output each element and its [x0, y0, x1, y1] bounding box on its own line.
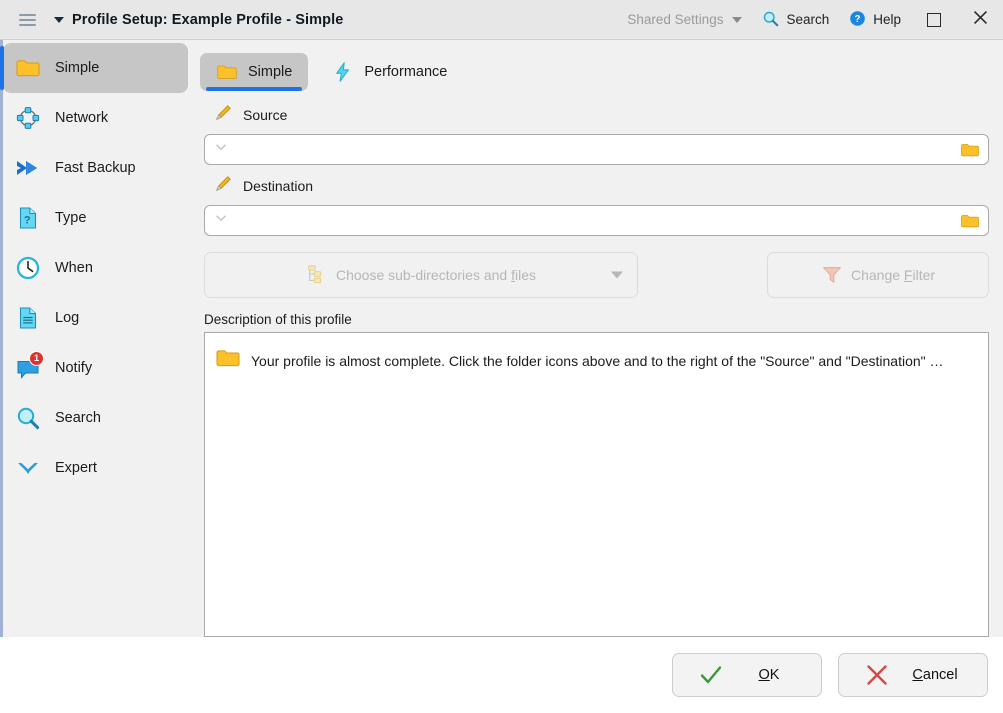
destination-input-row[interactable]: [204, 205, 989, 236]
source-input-row[interactable]: [204, 134, 989, 165]
change-filter-label: Change Filter: [850, 267, 936, 283]
actions-spacer: [638, 252, 767, 298]
clock-icon: [15, 255, 41, 281]
folder-icon: [216, 61, 238, 83]
maximize-icon: [927, 12, 941, 27]
funnel-icon: [821, 263, 843, 288]
sidebar-item-label: Fast Backup: [55, 160, 136, 176]
page-title: Profile Setup: Example Profile - Simple: [72, 11, 344, 28]
pencil-icon: [214, 103, 233, 127]
accel-char: F: [903, 267, 913, 283]
chevron-down-icon: [732, 16, 743, 23]
sidebar-item-type[interactable]: ? Type: [3, 193, 188, 243]
sidebar-item-label: Notify: [55, 360, 93, 376]
accel-char: f: [511, 267, 515, 283]
source-browse-folder-icon[interactable]: [958, 138, 982, 162]
chevron-down-icon[interactable]: [213, 139, 229, 160]
sidebar-item-simple[interactable]: Simple: [0, 43, 188, 93]
choose-subdirectories-label: Choose sub-directories and files: [335, 267, 536, 283]
help-label: Help: [873, 12, 901, 27]
caret-down-icon[interactable]: [611, 271, 623, 279]
sidebar-item-label: When: [55, 260, 93, 276]
accel-char: C: [912, 667, 923, 683]
sidebar-item-expert[interactable]: Expert: [3, 443, 188, 493]
sidebar-item-search[interactable]: Search: [3, 393, 188, 443]
magnifier-icon: [15, 405, 41, 431]
description-box[interactable]: Your profile is almost complete. Click t…: [204, 332, 989, 637]
titlebar: Profile Setup: Example Profile - Simple …: [0, 0, 1003, 40]
chevron-down-icon[interactable]: [54, 16, 64, 23]
chevron-down-icon[interactable]: [213, 210, 229, 231]
speech-bubble-icon: 1: [15, 351, 44, 381]
lightning-icon: [332, 61, 354, 83]
file-question-icon: ?: [15, 205, 41, 231]
description-line: Your profile is almost complete. Click t…: [215, 345, 978, 376]
search-label: Search: [786, 12, 830, 27]
source-input[interactable]: [229, 141, 958, 158]
sidebar-item-label: Simple: [55, 60, 100, 76]
maximize-button[interactable]: [911, 0, 957, 40]
pencil-icon: [214, 174, 233, 198]
folder-icon: [215, 345, 241, 376]
sidebar-item-label: Network: [55, 110, 109, 126]
close-button[interactable]: [957, 0, 1003, 40]
choose-subdirectories-button[interactable]: Choose sub-directories and files: [204, 252, 638, 298]
network-nodes-icon: [15, 105, 41, 131]
sidebar-item-fast-backup[interactable]: Fast Backup: [3, 143, 188, 193]
fast-forward-icon: [15, 155, 41, 181]
tab-bar: Simple Performance: [200, 50, 989, 94]
change-filter-button[interactable]: Change Filter: [767, 252, 989, 298]
svg-text:?: ?: [24, 215, 31, 227]
destination-label: Destination: [243, 178, 314, 194]
search-button[interactable]: Search: [752, 0, 839, 40]
shared-settings-menu[interactable]: Shared Settings: [617, 0, 752, 40]
cancel-button[interactable]: Cancel: [838, 653, 988, 697]
sidebar-item-when[interactable]: When: [3, 243, 188, 293]
destination-browse-folder-icon[interactable]: [958, 209, 982, 233]
destination-input[interactable]: [229, 212, 958, 229]
source-label-row: Source: [200, 98, 989, 132]
accel-char: O: [758, 667, 770, 683]
sidebar-item-label: Search: [55, 410, 101, 426]
search-icon: [762, 10, 779, 30]
sidebar-item-log[interactable]: Log: [3, 293, 188, 343]
tab-performance[interactable]: Performance: [316, 53, 463, 91]
cancel-label: Cancel: [912, 667, 958, 683]
help-icon: ?: [849, 10, 866, 30]
tab-label: Simple: [248, 64, 293, 80]
sidebar: Simple Network Fast Backup ? Type When L…: [0, 40, 196, 637]
notify-badge: 1: [29, 351, 44, 366]
chevron-double-down-icon: [15, 455, 41, 481]
ok-button[interactable]: OK: [672, 653, 822, 697]
hamburger-icon[interactable]: [14, 7, 40, 33]
sidebar-item-label: Type: [55, 210, 87, 226]
sidebar-item-label: Log: [55, 310, 80, 326]
sidebar-item-network[interactable]: Network: [3, 93, 188, 143]
sidebar-item-notify[interactable]: 1 Notify: [3, 343, 188, 393]
content-pane: Simple Performance Source Destination Ch…: [196, 40, 1003, 637]
sidebar-item-label: Expert: [55, 460, 97, 476]
close-icon: [972, 9, 989, 31]
description-text: Your profile is almost complete. Click t…: [251, 352, 944, 369]
document-icon: [15, 305, 41, 331]
tab-simple[interactable]: Simple: [200, 53, 309, 91]
folder-tree-icon: [306, 263, 328, 288]
folder-icon: [15, 55, 41, 81]
ok-label: OK: [758, 667, 780, 683]
footer: OK Cancel: [0, 637, 1003, 713]
check-icon: [696, 660, 726, 690]
shared-settings-label: Shared Settings: [627, 12, 724, 27]
cross-icon: [862, 660, 892, 690]
description-label: Description of this profile: [204, 312, 352, 327]
source-label: Source: [243, 107, 288, 123]
body: Simple Network Fast Backup ? Type When L…: [0, 40, 1003, 637]
tab-label: Performance: [364, 64, 448, 80]
svg-text:?: ?: [855, 14, 861, 25]
help-button[interactable]: ? Help: [839, 0, 911, 40]
destination-label-row: Destination: [200, 169, 989, 203]
actions-row: Choose sub-directories and files Change …: [204, 252, 989, 298]
profile-setup-window: Profile Setup: Example Profile - Simple …: [0, 0, 1003, 713]
